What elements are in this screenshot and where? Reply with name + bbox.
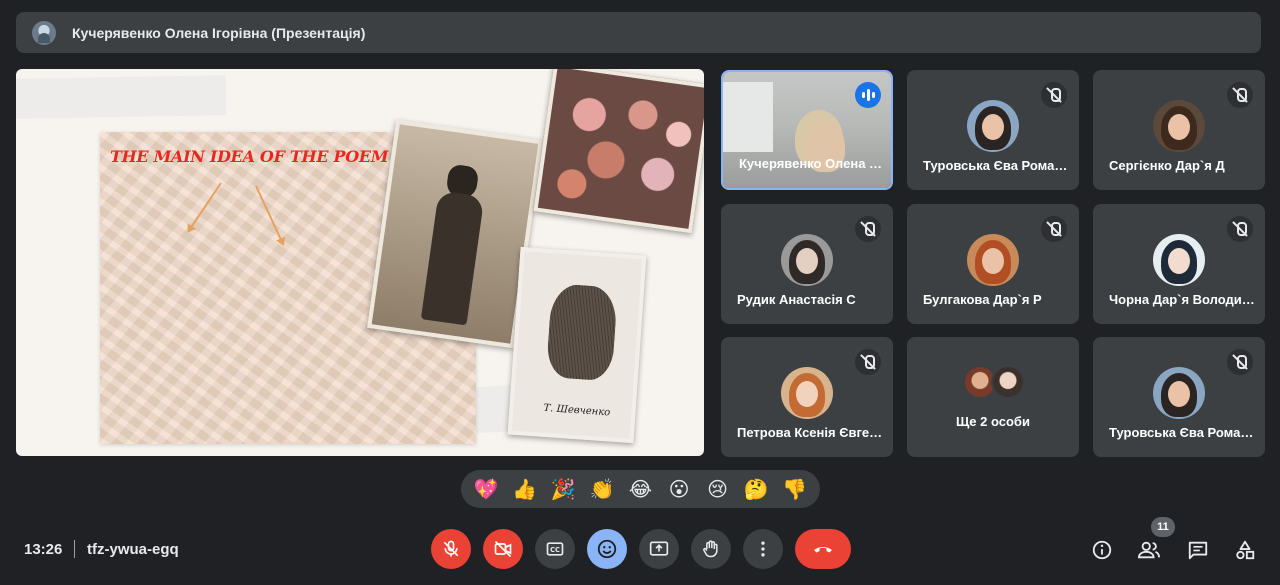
avatar	[781, 234, 833, 286]
participant-name: Ще 2 особи	[956, 414, 1030, 429]
avatar	[967, 100, 1019, 152]
present-screen-icon	[649, 541, 669, 556]
speaking-indicator-icon	[855, 82, 881, 108]
mic-off-icon	[1227, 349, 1253, 375]
participant-tile[interactable]: Кучерявенко Олена Ігорівна	[721, 70, 893, 190]
meeting-details-button[interactable]	[1089, 537, 1115, 563]
participant-tile[interactable]: Петрова Ксенія Євгенівна	[721, 337, 893, 457]
participant-name: Чорна Дар`я Володимирівна	[1109, 292, 1255, 307]
mic-off-icon	[1227, 216, 1253, 242]
presentation-slide[interactable]: THE MAIN IDEA OF THE POEM Т. Шевченко	[16, 69, 704, 456]
signature: Т. Шевченко	[543, 402, 611, 419]
flowers-photo	[533, 69, 704, 234]
participant-tile[interactable]: Рудик Анастасія С	[721, 204, 893, 324]
participant-tile[interactable]: Булгакова Дар`я Р	[907, 204, 1079, 324]
reactions-button[interactable]	[587, 529, 627, 569]
participant-name: Петрова Ксенія Євгенівна	[737, 425, 883, 440]
reaction-clap[interactable]: 👏	[586, 473, 618, 505]
present-button[interactable]	[639, 529, 679, 569]
presenter-avatar	[32, 20, 56, 45]
more-options-button[interactable]	[743, 529, 783, 569]
chat-button[interactable]	[1185, 537, 1211, 563]
engraving-photo: Т. Шевченко	[507, 246, 647, 444]
people-button[interactable]	[1136, 537, 1162, 563]
presenter-bar: Кучерявенко Олена Ігорівна (Презентація)	[16, 12, 1261, 53]
participant-tile[interactable]: Сергієнко Дар`я Д	[1093, 70, 1265, 190]
slide-title: THE MAIN IDEA OF THE POEM	[110, 147, 389, 166]
participant-tile[interactable]: Туровська Єва Романівна	[907, 70, 1079, 190]
avatar	[1153, 367, 1205, 419]
camera-off-button[interactable]	[483, 529, 523, 569]
group-avatars	[963, 365, 1025, 401]
svg-text:CC: CC	[550, 546, 560, 554]
portrait-body	[420, 190, 485, 326]
avatar	[967, 234, 1019, 286]
reaction-thumbs-up[interactable]: 👍	[509, 473, 541, 505]
participant-tile[interactable]: Чорна Дар`я Володимирівна	[1093, 204, 1265, 324]
divider	[74, 540, 75, 558]
mic-off-icon	[1227, 82, 1253, 108]
more-vert-icon	[761, 541, 765, 557]
reaction-surprised[interactable]: 😮	[663, 473, 695, 505]
avatar	[1153, 100, 1205, 152]
reaction-laugh[interactable]: 😂	[624, 473, 656, 505]
reaction-party[interactable]: 🎉	[547, 473, 579, 505]
video-window	[723, 82, 773, 152]
engraving-portrait	[545, 283, 619, 382]
reactions-bar: 💖 👍 🎉 👏 😂 😮 😢 🤔 👎	[461, 470, 820, 508]
reaction-heart[interactable]: 💖	[470, 473, 502, 505]
participant-tile[interactable]: Туровська Єва Романівна	[1093, 337, 1265, 457]
participant-name: Кучерявенко Олена Ігорівна	[739, 156, 885, 171]
participant-name: Туровська Єва Романівна	[923, 158, 1069, 173]
clock: 13:26	[24, 541, 63, 558]
captions-button[interactable]: CC	[535, 529, 575, 569]
mic-off-icon	[443, 540, 459, 557]
call-end-icon	[814, 547, 832, 553]
chat-icon	[1188, 541, 1208, 560]
participant-count-badge: 11	[1151, 517, 1175, 537]
mic-off-icon	[855, 216, 881, 242]
avatar	[781, 367, 833, 419]
participant-tile-group[interactable]: Ще 2 особи	[907, 337, 1079, 457]
participant-name: Сергієнко Дар`я Д	[1109, 158, 1225, 173]
paper-strip	[16, 75, 227, 119]
activities-button[interactable]	[1232, 537, 1258, 563]
meeting-code: tfz-ywua-egq	[87, 541, 179, 558]
videocam-off-icon	[494, 540, 512, 558]
hand-icon	[703, 540, 718, 558]
reaction-thumbs-down[interactable]: 👎	[779, 473, 811, 505]
raise-hand-button[interactable]	[691, 529, 731, 569]
mic-off-icon	[855, 349, 881, 375]
reaction-thinking[interactable]: 🤔	[740, 473, 772, 505]
mic-off-icon	[1041, 82, 1067, 108]
participant-name: Булгакова Дар`я Р	[923, 292, 1042, 307]
avatar	[1153, 234, 1205, 286]
info-icon	[1092, 540, 1112, 560]
avatar	[991, 365, 1025, 399]
shapes-icon	[1236, 540, 1255, 560]
mic-off-button[interactable]	[431, 529, 471, 569]
leave-call-button[interactable]	[795, 529, 851, 569]
emoji-icon	[597, 539, 617, 559]
participant-name: Туровська Єва Романівна	[1109, 425, 1255, 440]
mic-off-icon	[1041, 216, 1067, 242]
reaction-sad[interactable]: 😢	[702, 473, 734, 505]
closed-caption-icon: CC	[546, 542, 564, 556]
presenter-title: Кучерявенко Олена Ігорівна (Презентація)	[72, 24, 366, 41]
people-icon	[1137, 541, 1160, 559]
participant-name: Рудик Анастасія С	[737, 292, 856, 307]
